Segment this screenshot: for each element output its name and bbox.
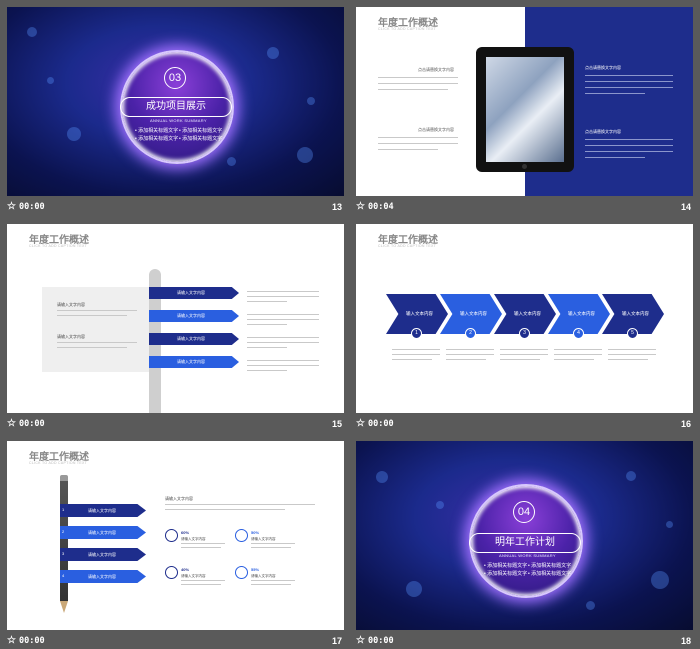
bullet: • 添加相关标题文字 xyxy=(484,571,528,577)
text-heading: 点击请替换文字内容 xyxy=(418,67,454,72)
gray-box xyxy=(42,287,152,372)
pencil-icon xyxy=(60,475,68,613)
arrow-item: 请输入文字内容 xyxy=(149,287,239,299)
text-heading: 请输入文字内容 xyxy=(165,496,193,501)
bullet: • 添加相关标题文字 xyxy=(179,136,223,142)
timing: 00:00 xyxy=(19,636,45,646)
slide-number: 16 xyxy=(680,419,691,429)
section-title: 明年工作计划 xyxy=(469,533,581,553)
slide-footer: ☆ 00:00 17 xyxy=(7,635,344,649)
arrow-item: 1 请输入文字内容 xyxy=(60,504,146,517)
box-label: 请输入文字内容 xyxy=(57,302,85,307)
section-subtitle: ANNUAL WORK SUMMARY xyxy=(499,553,556,558)
slide-subtitle: CLICK TO ADD CAPTION TEXT xyxy=(378,27,437,31)
slide-17[interactable]: 年度工作概述 CLICK TO ADD CAPTION TEXT 1 请输入文字内… xyxy=(7,441,344,630)
box-label: 请输入文字内容 xyxy=(57,334,85,339)
bullet: • 添加相关标题文字 xyxy=(484,563,528,569)
slide-number: 14 xyxy=(680,202,691,212)
arrow-item: 请输入文字内容 xyxy=(149,333,239,345)
tablet-photo xyxy=(486,57,564,162)
section-subtitle: ANNUAL WORK SUMMARY xyxy=(150,118,207,123)
bullet: • 添加相关标题文字 xyxy=(528,571,572,577)
step-number: 5 xyxy=(627,328,638,339)
slide-number: 13 xyxy=(331,202,342,212)
runner-icon xyxy=(235,529,248,542)
step-number: 3 xyxy=(519,328,530,339)
timing: 00:04 xyxy=(368,202,394,212)
section-number: 03 xyxy=(164,67,186,89)
star-icon[interactable]: ☆ xyxy=(356,201,365,212)
timing: 00:00 xyxy=(19,419,45,429)
slide-subtitle: CLICK TO ADD CAPTION TEXT xyxy=(29,244,88,248)
stat-percent: 60% xyxy=(181,530,190,535)
slide-subtitle: CLICK TO ADD CAPTION TEXT xyxy=(378,244,437,248)
stat-label: 请输入文字内容 xyxy=(251,537,276,541)
step-number: 1 xyxy=(411,328,422,339)
slide-number: 18 xyxy=(680,636,691,646)
step-number: 2 xyxy=(465,328,476,339)
stat-percent: 50% xyxy=(251,530,260,535)
star-icon[interactable]: ☆ xyxy=(7,635,16,646)
slide-footer: ☆ 00:00 18 xyxy=(356,635,693,649)
stat-label: 请输入文字内容 xyxy=(251,574,276,578)
stat-percent: 40% xyxy=(181,567,190,572)
slide-16[interactable]: 年度工作概述 CLICK TO ADD CAPTION TEXT 输入文本内容 … xyxy=(356,224,693,413)
slide-footer: ☆ 00:00 16 xyxy=(356,418,693,432)
stat-label: 请输入文字内容 xyxy=(181,537,206,541)
star-icon[interactable]: ☆ xyxy=(7,201,16,212)
arrow-item: 3 请输入文字内容 xyxy=(60,548,146,561)
speedometer-icon xyxy=(165,566,178,579)
stat-percent: 55% xyxy=(251,567,260,572)
timing: 00:00 xyxy=(368,636,394,646)
slide-footer: ☆ 00:00 15 xyxy=(7,418,344,432)
bullet: • 添加相关标题文字 xyxy=(179,128,223,134)
slide-18[interactable]: 04 明年工作计划 ANNUAL WORK SUMMARY • 添加相关标题文字… xyxy=(356,441,693,630)
slide-number: 15 xyxy=(331,419,342,429)
bullet: • 添加相关标题文字 xyxy=(135,128,179,134)
arrow-item: 4 请输入文字内容 xyxy=(60,570,146,583)
arrow-item: 2 请输入文字内容 xyxy=(60,526,146,539)
timing: 00:00 xyxy=(19,202,45,212)
text-heading: 点击请替换文字内容 xyxy=(585,129,621,134)
text-heading: 点击请替换文字内容 xyxy=(585,65,621,70)
stat-label: 请输入文字内容 xyxy=(181,574,206,578)
slide-footer: ☆ 00:00 13 xyxy=(7,201,344,215)
slide-subtitle: CLICK TO ADD CAPTION TEXT xyxy=(29,461,88,465)
section-title: 成功项目展示 xyxy=(120,97,232,117)
tablet xyxy=(476,47,574,172)
arrow-item: 请输入文字内容 xyxy=(149,310,239,322)
clock-icon xyxy=(165,529,178,542)
bullet: • 添加相关标题文字 xyxy=(135,136,179,142)
section-number: 04 xyxy=(513,501,535,523)
slide-number: 17 xyxy=(331,636,342,646)
slide-13[interactable]: 03 成功项目展示 ANNUAL WORK SUMMARY • 添加相关标题文字… xyxy=(7,7,344,196)
slide-14[interactable]: 年度工作概述 CLICK TO ADD CAPTION TEXT 点击请替换文字… xyxy=(356,7,693,196)
text-heading: 点击请替换文字内容 xyxy=(418,127,454,132)
timing: 00:00 xyxy=(368,419,394,429)
slide-footer: ☆ 00:04 14 xyxy=(356,201,693,215)
bullet: • 添加相关标题文字 xyxy=(528,563,572,569)
slide-15[interactable]: 年度工作概述 CLICK TO ADD CAPTION TEXT 请输入文字内容… xyxy=(7,224,344,413)
step-number: 4 xyxy=(573,328,584,339)
star-icon[interactable]: ☆ xyxy=(7,418,16,429)
bulb-icon xyxy=(235,566,248,579)
arrow-item: 请输入文字内容 xyxy=(149,356,239,368)
star-icon[interactable]: ☆ xyxy=(356,418,365,429)
star-icon[interactable]: ☆ xyxy=(356,635,365,646)
